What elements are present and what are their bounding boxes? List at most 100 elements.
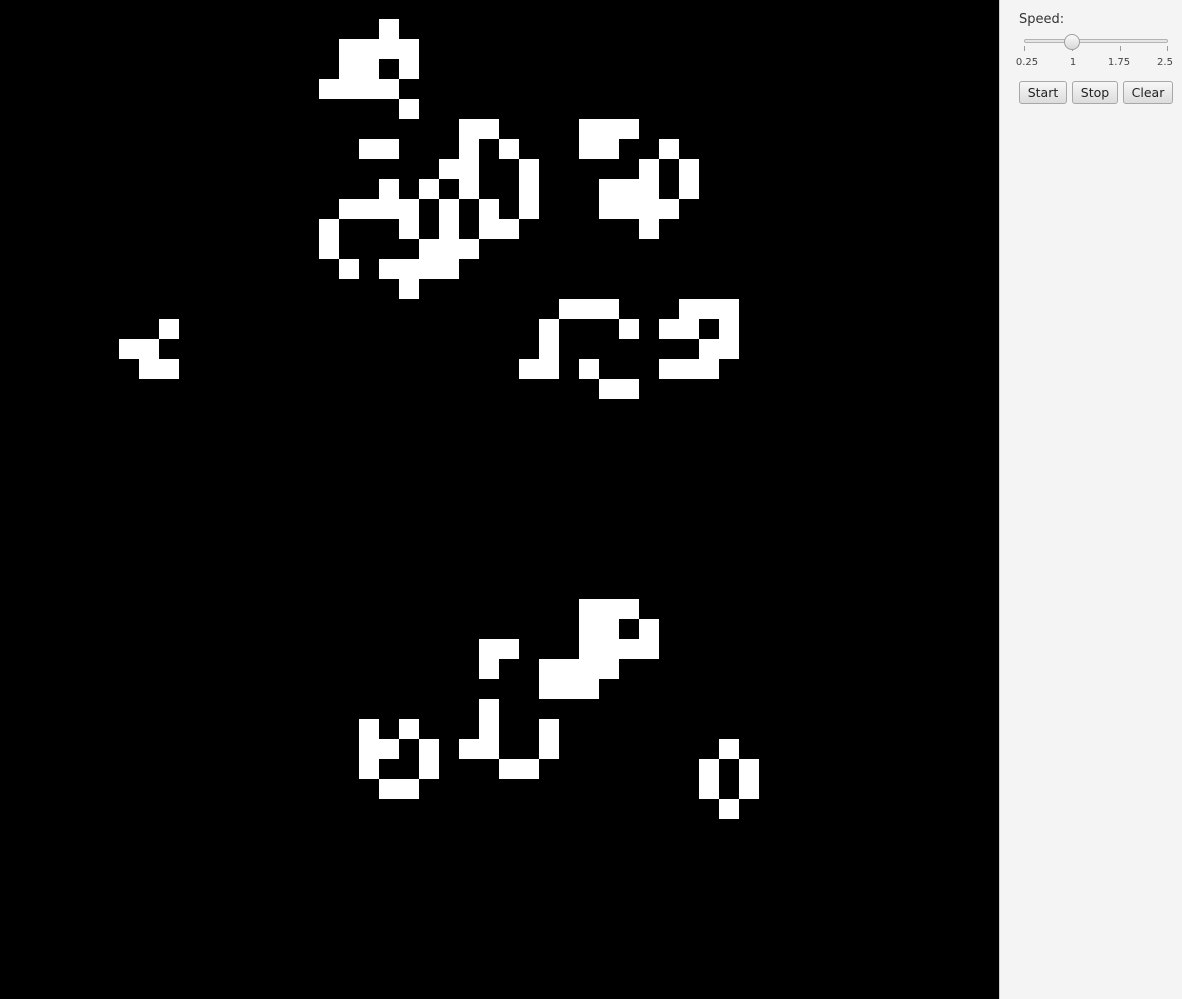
live-cell[interactable] <box>379 739 399 759</box>
live-cell[interactable] <box>479 659 499 679</box>
live-cell[interactable] <box>419 259 439 279</box>
live-cell[interactable] <box>359 39 379 59</box>
live-cell[interactable] <box>519 359 539 379</box>
live-cell[interactable] <box>359 719 379 739</box>
live-cell[interactable] <box>559 679 579 699</box>
live-cell[interactable] <box>619 639 639 659</box>
live-cell[interactable] <box>479 219 499 239</box>
live-cell[interactable] <box>359 739 379 759</box>
live-cell[interactable] <box>579 679 599 699</box>
live-cell[interactable] <box>379 139 399 159</box>
live-cell[interactable] <box>579 639 599 659</box>
live-cell[interactable] <box>519 759 539 779</box>
live-cell[interactable] <box>519 199 539 219</box>
live-cell[interactable] <box>399 719 419 739</box>
live-cell[interactable] <box>379 779 399 799</box>
live-cell[interactable] <box>379 39 399 59</box>
live-cell[interactable] <box>319 79 339 99</box>
live-cell[interactable] <box>119 339 139 359</box>
live-cell[interactable] <box>619 319 639 339</box>
live-cell[interactable] <box>539 319 559 339</box>
live-cell[interactable] <box>459 179 479 199</box>
live-cell[interactable] <box>559 299 579 319</box>
live-cell[interactable] <box>379 179 399 199</box>
live-cell[interactable] <box>319 239 339 259</box>
live-cell[interactable] <box>479 699 499 719</box>
live-cell[interactable] <box>399 199 419 219</box>
live-cell[interactable] <box>679 299 699 319</box>
live-cell[interactable] <box>399 279 419 299</box>
live-cell[interactable] <box>499 639 519 659</box>
live-cell[interactable] <box>739 759 759 779</box>
live-cell[interactable] <box>559 659 579 679</box>
life-board[interactable] <box>0 0 999 999</box>
live-cell[interactable] <box>599 619 619 639</box>
live-cell[interactable] <box>539 339 559 359</box>
live-cell[interactable] <box>379 199 399 219</box>
live-cell[interactable] <box>379 259 399 279</box>
live-cell[interactable] <box>599 659 619 679</box>
live-cell[interactable] <box>139 339 159 359</box>
live-cell[interactable] <box>599 639 619 659</box>
live-cell[interactable] <box>699 339 719 359</box>
start-button[interactable]: Start <box>1019 81 1067 104</box>
stop-button[interactable]: Stop <box>1072 81 1118 104</box>
live-cell[interactable] <box>719 339 739 359</box>
live-cell[interactable] <box>359 139 379 159</box>
live-cell[interactable] <box>339 39 359 59</box>
live-cell[interactable] <box>339 199 359 219</box>
live-cell[interactable] <box>579 619 599 639</box>
live-cell[interactable] <box>579 139 599 159</box>
live-cell[interactable] <box>399 259 419 279</box>
live-cell[interactable] <box>699 299 719 319</box>
live-cell[interactable] <box>579 299 599 319</box>
live-cell[interactable] <box>399 59 419 79</box>
live-cell[interactable] <box>419 179 439 199</box>
live-cell[interactable] <box>719 799 739 819</box>
live-cell[interactable] <box>719 739 739 759</box>
live-cell[interactable] <box>599 119 619 139</box>
live-cell[interactable] <box>599 299 619 319</box>
live-cell[interactable] <box>619 179 639 199</box>
live-cell[interactable] <box>359 199 379 219</box>
speed-slider[interactable] <box>1024 34 1168 52</box>
live-cell[interactable] <box>439 239 459 259</box>
live-cell[interactable] <box>579 599 599 619</box>
live-cell[interactable] <box>439 159 459 179</box>
live-cell[interactable] <box>499 759 519 779</box>
live-cell[interactable] <box>499 139 519 159</box>
live-cell[interactable] <box>139 359 159 379</box>
live-cell[interactable] <box>659 359 679 379</box>
live-cell[interactable] <box>579 119 599 139</box>
live-cell[interactable] <box>639 639 659 659</box>
live-cell[interactable] <box>539 659 559 679</box>
live-cell[interactable] <box>639 159 659 179</box>
live-cell[interactable] <box>699 359 719 379</box>
live-cell[interactable] <box>639 619 659 639</box>
live-cell[interactable] <box>519 159 539 179</box>
live-cell[interactable] <box>339 259 359 279</box>
live-cell[interactable] <box>639 179 659 199</box>
live-cell[interactable] <box>359 759 379 779</box>
live-cell[interactable] <box>719 319 739 339</box>
live-cell[interactable] <box>459 159 479 179</box>
live-cell[interactable] <box>479 719 499 739</box>
live-cell[interactable] <box>599 599 619 619</box>
live-cell[interactable] <box>539 719 559 739</box>
live-cell[interactable] <box>679 179 699 199</box>
live-cell[interactable] <box>459 239 479 259</box>
live-cell[interactable] <box>419 759 439 779</box>
live-cell[interactable] <box>459 739 479 759</box>
clear-button[interactable]: Clear <box>1123 81 1173 104</box>
live-cell[interactable] <box>399 39 419 59</box>
live-cell[interactable] <box>739 779 759 799</box>
live-cell[interactable] <box>539 359 559 379</box>
live-cell[interactable] <box>379 79 399 99</box>
live-cell[interactable] <box>459 139 479 159</box>
live-cell[interactable] <box>359 79 379 99</box>
live-cell[interactable] <box>599 199 619 219</box>
live-cell[interactable] <box>659 199 679 219</box>
live-cell[interactable] <box>719 299 739 319</box>
live-cell[interactable] <box>539 679 559 699</box>
live-cell[interactable] <box>399 779 419 799</box>
